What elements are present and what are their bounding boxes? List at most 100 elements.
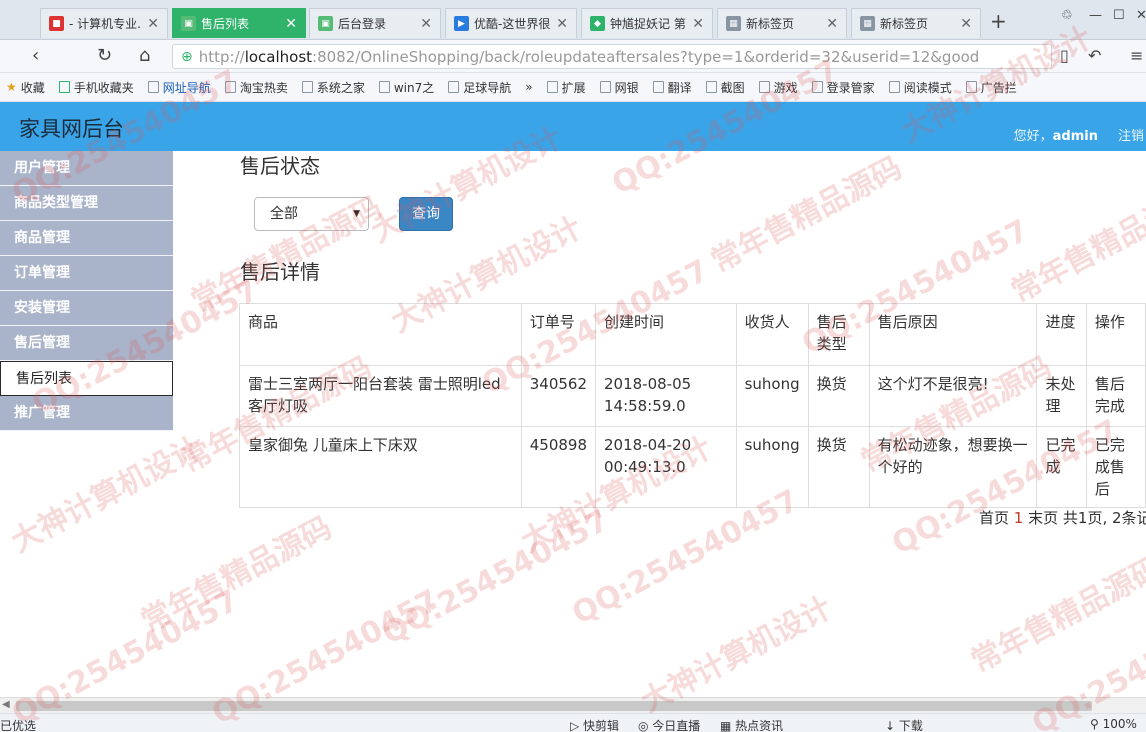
bookmark-icon [811,81,823,93]
row-action-cell[interactable]: 已完成售后 [1085,426,1146,508]
browser-status-bar: 已优选 ▷ 快剪辑 ◎ 今日直播 ▦ 热点资讯 ↓ 下载 ⚲ 100% [0,713,1146,732]
pager-last-link[interactable]: 末页 [1028,509,1058,527]
bookmark-item[interactable]: 足球导航 [448,79,511,96]
column-header: 收货人 [735,303,809,366]
sidebar-item[interactable]: 推广管理 [0,396,173,431]
close-window-button[interactable]: ✕ [1136,8,1146,23]
column-header: 创建时间 [595,303,737,366]
status-bar-label: 100% [1102,717,1137,731]
table-cell: 450898 [520,426,597,508]
scroll-left-arrow-icon[interactable]: ◀ [2,699,10,710]
close-tab-icon[interactable]: ✕ [147,16,159,32]
bookmark-item[interactable]: 游戏 [758,79,798,96]
bookmark-label: 扩展 [561,80,586,95]
close-tab-icon[interactable]: ✕ [285,16,297,32]
query-button[interactable]: 查询 [399,197,453,231]
watermark-text: 常年售精品源码 [965,550,1146,680]
bookmark-label: 阅读模式 [903,80,952,95]
sidebar-item[interactable]: 用户管理 [0,151,173,186]
watermark-text: 常年售精品源码 [705,150,908,280]
column-header: 订单号 [520,303,597,366]
bookmark-item[interactable]: 淘宝热卖 [224,79,288,96]
bookmark-item[interactable]: ★ 收藏 [6,79,45,96]
browser-tab[interactable]: ▣ 后台登录 ✕ [309,8,441,38]
browser-tab[interactable]: ▦ 新标签页 ✕ [851,8,981,38]
new-tab-button[interactable]: + [990,11,1007,31]
zoom-icon: ⚲ [1090,717,1103,731]
undo-icon[interactable]: ↶ [1088,46,1101,65]
bookmark-item[interactable]: 登录管家 [811,79,875,96]
skin-icon[interactable]: ♲ [1061,8,1073,23]
close-tab-icon[interactable]: ✕ [420,16,432,32]
browser-tab[interactable]: ■ - 计算机专业... ✕ [40,8,168,38]
pager-current-page[interactable]: 1 [1014,509,1024,527]
close-tab-icon[interactable]: ✕ [692,16,704,32]
address-bar[interactable]: ⊕ http://localhost:8082/OnlineShopping/b… [172,44,1052,69]
sidebar-subitem[interactable]: 售后列表 [0,361,173,396]
status-bar-item[interactable]: ↓ 下载 [885,717,923,732]
bookmark-item[interactable]: 网银 [599,79,639,96]
browser-tab[interactable]: ◆ 钟馗捉妖记 第... ✕ [581,8,713,38]
row-action-cell[interactable]: 售后完成 [1085,365,1146,427]
news-icon: ▦ [720,719,736,732]
bookmark-icon [448,81,460,93]
status-bar-label: 快剪辑 [583,719,620,732]
pager-first-link[interactable]: 首页 [979,509,1009,527]
bookmark-item[interactable]: 手机收藏夹 [58,79,134,96]
star-icon: ★ [6,80,17,94]
bookmark-item[interactable]: 截图 [705,79,745,96]
bookmark-item[interactable]: 扩展 [546,79,586,96]
menu-icon[interactable]: ≡ [1130,46,1143,65]
watermark-text: 大神计算机设计 [5,430,208,560]
table-cell: 已完成 [1036,426,1087,508]
close-tab-icon[interactable]: ✕ [556,16,568,32]
status-bar-item[interactable]: ▷ 快剪辑 [570,717,619,732]
status-bar-item[interactable]: ◎ 今日直播 [638,717,700,732]
reload-icon[interactable]: ↻ [97,46,112,66]
phone-icon[interactable]: ▯ [1060,46,1069,65]
browser-tab[interactable]: ▶ 优酷-这世界很... ✕ [445,8,577,38]
url-host: localhost [244,47,313,66]
bookmark-icon [301,81,313,93]
status-bar-item[interactable]: ▦ 热点资讯 [720,717,783,732]
table-cell: 换货 [807,426,870,508]
watermark-text: QQ:254540457 [376,503,615,652]
table-row: 雷士三室两厅一阳台套装 雷士照明led客厅灯吸 340562 2018-08-05 … [239,365,1146,427]
scrollbar-thumb[interactable] [16,701,1092,711]
tab-title: 新标签页 [746,17,795,31]
sidebar-item[interactable]: 订单管理 [0,256,173,291]
browser-tab[interactable]: ▣ 售后列表 ✕ [172,8,306,38]
bookmark-icon [705,81,717,93]
browser-tab[interactable]: ▦ 新标签页 ✕ [717,8,847,38]
bookmark-label: 手机收藏夹 [73,80,134,95]
clip-icon: ▷ [570,719,584,732]
bookmark-item[interactable]: 广告拦 [965,79,1017,96]
maximize-button[interactable]: ☐ [1113,8,1125,23]
bookmark-item[interactable]: 网址导航 [147,79,211,96]
sidebar-item[interactable]: 商品管理 [0,221,173,256]
username: admin [1052,129,1098,144]
close-tab-icon[interactable]: ✕ [960,16,972,32]
bookmark-item[interactable]: win7之 [378,79,434,96]
bookmark-label: 网址导航 [162,80,211,95]
close-tab-icon[interactable]: ✕ [826,16,838,32]
column-header: 进度 [1036,303,1087,366]
home-icon[interactable]: ⌂ [139,46,150,66]
status-bar-item[interactable]: ⚲ 100% [1090,717,1137,731]
bookmark-item[interactable]: 系统之家 [301,79,365,96]
bookmark-item[interactable]: 翻译 [652,79,692,96]
bookmark-item[interactable]: » [525,80,532,94]
secure-shield-icon: ⊕ [181,48,193,65]
sidebar-item[interactable]: 售后管理 [0,326,173,361]
bookmark-label: 截图 [720,80,745,95]
status-select[interactable]: 全部 ▼ [254,197,369,231]
bookmark-item[interactable]: 阅读模式 [888,79,952,96]
tab-title: 优酷-这世界很... [474,17,551,31]
logout-link[interactable]: 注销 [1118,125,1144,144]
horizontal-scrollbar[interactable]: ◀ [0,697,1146,713]
minimize-button[interactable]: — [1089,8,1102,23]
bookmark-icon [546,81,558,93]
sidebar-item[interactable]: 商品类型管理 [0,186,173,221]
back-icon[interactable]: ‹ [32,46,39,66]
sidebar-item[interactable]: 安装管理 [0,291,173,326]
